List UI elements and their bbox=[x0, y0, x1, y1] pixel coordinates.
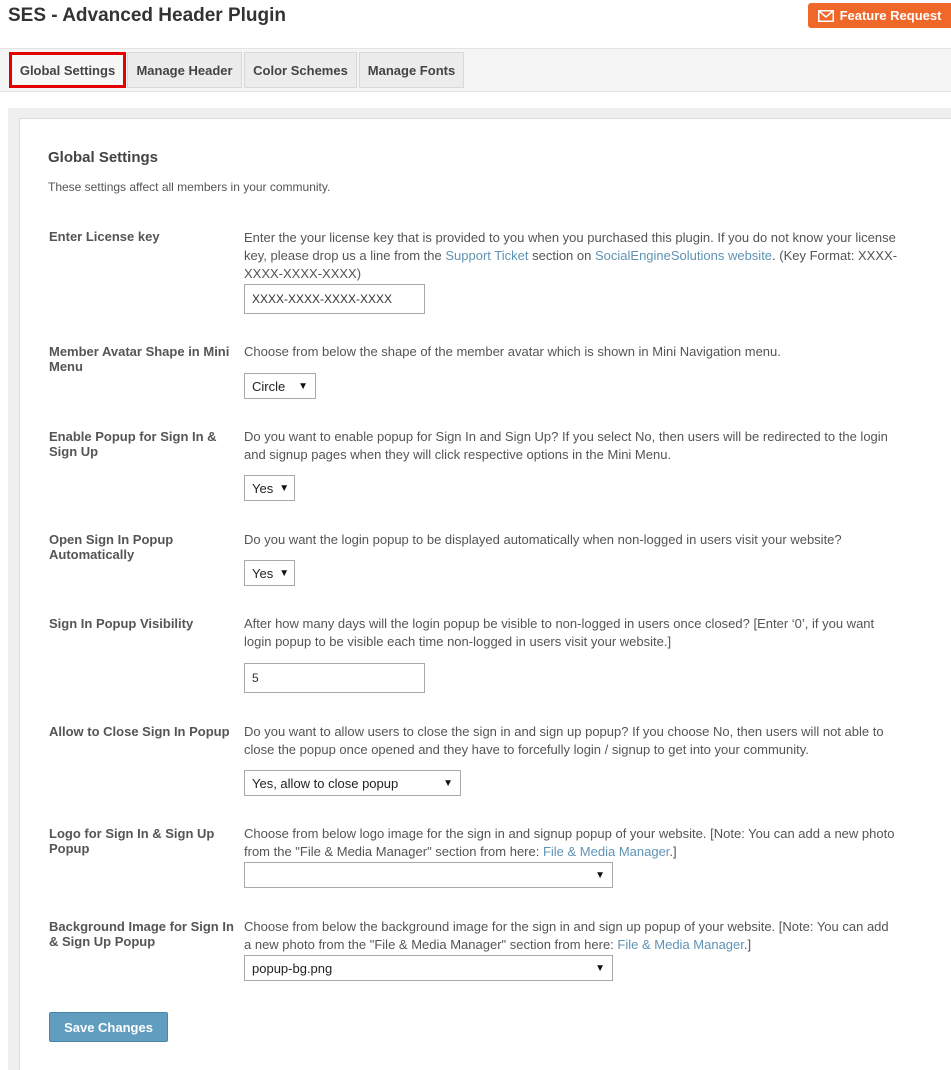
dropdown-arrow-icon: ▼ bbox=[298, 380, 308, 392]
form-description: These settings affect all members in you… bbox=[48, 180, 331, 194]
logo-select[interactable]: ▼ bbox=[244, 862, 613, 888]
tab-manage-fonts[interactable]: Manage Fonts bbox=[359, 52, 464, 88]
dropdown-arrow-icon: ▼ bbox=[595, 869, 605, 881]
enable-popup-label: Enable Popup for Sign In & Sign Up bbox=[49, 429, 217, 459]
tab-global-settings[interactable]: Global Settings bbox=[9, 52, 126, 88]
dropdown-arrow-icon: ▼ bbox=[279, 482, 290, 494]
auto-open-label: Open Sign In Popup Automatically bbox=[49, 532, 174, 562]
file-media-manager-link[interactable]: File & Media Manager bbox=[617, 937, 743, 952]
tab-manage-header[interactable]: Manage Header bbox=[127, 52, 242, 88]
avatar-shape-select[interactable]: Circle ▼ bbox=[244, 373, 316, 399]
ses-website-link[interactable]: SocialEngineSolutions website bbox=[595, 248, 772, 263]
form-heading: Global Settings bbox=[48, 149, 159, 166]
envelope-icon bbox=[817, 9, 834, 22]
logo-label: Logo for Sign In & Sign Up Popup bbox=[49, 826, 215, 856]
support-ticket-link[interactable]: Support Ticket bbox=[445, 248, 528, 263]
background-label: Background Image for Sign In & Sign Up P… bbox=[49, 919, 234, 949]
auto-open-select[interactable]: Yes ▼ bbox=[244, 560, 295, 586]
avatar-shape-label: Member Avatar Shape in Mini Menu bbox=[49, 344, 230, 374]
license-key-help: Enter the your license key that is provi… bbox=[244, 230, 898, 281]
visibility-label: Sign In Popup Visibility bbox=[49, 616, 194, 631]
allow-close-label: Allow to Close Sign In Popup bbox=[49, 724, 230, 739]
feature-request-label: Feature Request bbox=[839, 8, 942, 23]
background-select[interactable]: popup-bg.png ▼ bbox=[244, 955, 613, 981]
avatar-shape-help: Choose from below the shape of the membe… bbox=[244, 344, 781, 359]
license-key-label: Enter License key bbox=[49, 229, 160, 244]
visibility-help: After how many days will the login popup… bbox=[244, 616, 875, 649]
tab-color-schemes[interactable]: Color Schemes bbox=[244, 52, 357, 88]
page-title: SES - Advanced Header Plugin bbox=[8, 5, 287, 26]
auto-open-help: Do you want the login popup to be displa… bbox=[244, 532, 842, 547]
license-key-input[interactable]: XXXX-XXXX-XXXX-XXXX bbox=[244, 284, 425, 314]
save-changes-button[interactable]: Save Changes bbox=[49, 1012, 168, 1042]
visibility-days-input[interactable]: 5 bbox=[244, 663, 425, 693]
enable-popup-help: Do you want to enable popup for Sign In … bbox=[244, 429, 888, 462]
enable-popup-select[interactable]: Yes ▼ bbox=[244, 475, 295, 501]
feature-request-button[interactable]: Feature Request bbox=[808, 3, 951, 28]
dropdown-arrow-icon: ▼ bbox=[595, 962, 605, 974]
allow-close-help: Do you want to allow users to close the … bbox=[244, 724, 884, 757]
dropdown-arrow-icon: ▼ bbox=[443, 777, 453, 789]
logo-help: Choose from below logo image for the sig… bbox=[244, 826, 895, 859]
file-media-manager-link[interactable]: File & Media Manager bbox=[543, 844, 669, 859]
background-help: Choose from below the background image f… bbox=[244, 919, 889, 952]
dropdown-arrow-icon: ▼ bbox=[279, 567, 290, 579]
allow-close-select[interactable]: Yes, allow to close popup ▼ bbox=[244, 770, 461, 796]
